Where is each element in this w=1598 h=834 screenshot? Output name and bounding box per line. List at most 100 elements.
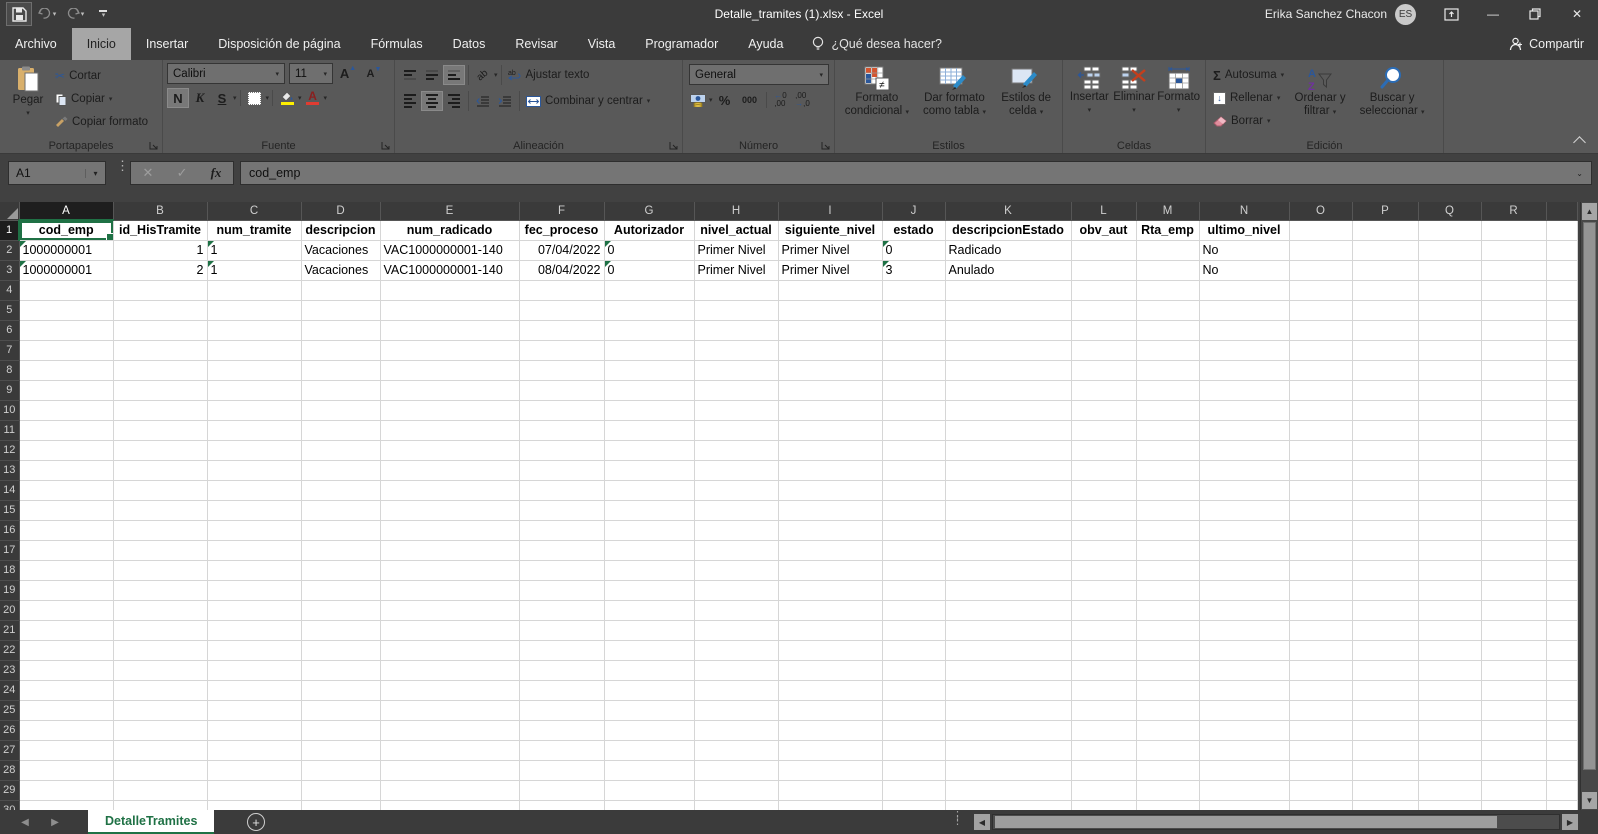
row-header-11[interactable]: 11 — [0, 420, 20, 441]
sheet-tab-active[interactable]: DetalleTramites — [88, 810, 215, 834]
cell-P26[interactable] — [1352, 720, 1419, 741]
scroll-up-arrow[interactable]: ▲ — [1582, 203, 1597, 220]
cell-R16[interactable] — [1481, 520, 1547, 541]
cell-O8[interactable] — [1289, 360, 1353, 381]
cell-L9[interactable] — [1071, 380, 1137, 401]
cell-I5[interactable] — [778, 300, 883, 321]
cell-Q19[interactable] — [1418, 580, 1482, 601]
cell-C14[interactable] — [207, 480, 302, 501]
cell-L20[interactable] — [1071, 600, 1137, 621]
cell-K27[interactable] — [945, 740, 1072, 761]
cell-A24[interactable] — [19, 680, 114, 701]
cell-O10[interactable] — [1289, 400, 1353, 421]
cell-O29[interactable] — [1289, 780, 1353, 801]
cell-M2[interactable] — [1136, 240, 1200, 261]
cell-M21[interactable] — [1136, 620, 1200, 641]
cell-L4[interactable] — [1071, 280, 1137, 301]
cell-D26[interactable] — [301, 720, 381, 741]
cell-S17[interactable] — [1546, 540, 1578, 561]
cell-R21[interactable] — [1481, 620, 1547, 641]
cell-M28[interactable] — [1136, 760, 1200, 781]
cell-S21[interactable] — [1546, 620, 1578, 641]
cell-P21[interactable] — [1352, 620, 1419, 641]
cell-L10[interactable] — [1071, 400, 1137, 421]
cell-L23[interactable] — [1071, 660, 1137, 681]
cell-C12[interactable] — [207, 440, 302, 461]
cell-G19[interactable] — [604, 580, 695, 601]
cell-E26[interactable] — [380, 720, 520, 741]
cell-H9[interactable] — [694, 380, 779, 401]
format-as-table-button[interactable]: Dar formato como tabla ▾ — [915, 63, 995, 119]
cell-R13[interactable] — [1481, 460, 1547, 481]
cell-K17[interactable] — [945, 540, 1072, 561]
cell-C18[interactable] — [207, 560, 302, 581]
cell-L11[interactable] — [1071, 420, 1137, 441]
cell-R19[interactable] — [1481, 580, 1547, 601]
cell-E6[interactable] — [380, 320, 520, 341]
cell-G29[interactable] — [604, 780, 695, 801]
cell-I1[interactable]: siguiente_nivel — [778, 220, 883, 241]
cell-S23[interactable] — [1546, 660, 1578, 681]
conditional-formatting-button[interactable]: ≠ Formato condicional ▾ — [839, 63, 915, 119]
cell-Q4[interactable] — [1418, 280, 1482, 301]
cell-I9[interactable] — [778, 380, 883, 401]
cell-L5[interactable] — [1071, 300, 1137, 321]
cell-L18[interactable] — [1071, 560, 1137, 581]
cell-Q6[interactable] — [1418, 320, 1482, 341]
cell-C1[interactable]: num_tramite — [207, 220, 302, 241]
cell-S1[interactable] — [1546, 220, 1578, 241]
cell-E13[interactable] — [380, 460, 520, 481]
cell-H20[interactable] — [694, 600, 779, 621]
cell-L12[interactable] — [1071, 440, 1137, 461]
cell-B2[interactable]: 1 — [113, 240, 208, 261]
cell-S5[interactable] — [1546, 300, 1578, 321]
cell-N30[interactable] — [1199, 800, 1290, 810]
cell-A20[interactable] — [19, 600, 114, 621]
cell-S4[interactable] — [1546, 280, 1578, 301]
row-header-17[interactable]: 17 — [0, 540, 20, 561]
cell-O6[interactable] — [1289, 320, 1353, 341]
cell-S26[interactable] — [1546, 720, 1578, 741]
cell-I17[interactable] — [778, 540, 883, 561]
cell-N23[interactable] — [1199, 660, 1290, 681]
cell-A23[interactable] — [19, 660, 114, 681]
cell-C4[interactable] — [207, 280, 302, 301]
cell-D11[interactable] — [301, 420, 381, 441]
underline-caret[interactable]: ▾ — [233, 94, 237, 102]
cell-A6[interactable] — [19, 320, 114, 341]
cell-M11[interactable] — [1136, 420, 1200, 441]
cell-E2[interactable]: VAC1000000001-140 — [380, 240, 520, 261]
cell-O18[interactable] — [1289, 560, 1353, 581]
cell-J14[interactable] — [882, 480, 946, 501]
ribbon-tab-insertar[interactable]: Insertar — [131, 28, 203, 60]
cell-Q18[interactable] — [1418, 560, 1482, 581]
cell-J5[interactable] — [882, 300, 946, 321]
row-header-28[interactable]: 28 — [0, 760, 20, 781]
cell-Q5[interactable] — [1418, 300, 1482, 321]
cell-K26[interactable] — [945, 720, 1072, 741]
cell-H15[interactable] — [694, 500, 779, 521]
cell-styles-button[interactable]: Estilos de celda ▾ — [994, 63, 1058, 119]
cell-C26[interactable] — [207, 720, 302, 741]
cell-D17[interactable] — [301, 540, 381, 561]
cell-O22[interactable] — [1289, 640, 1353, 661]
cell-M10[interactable] — [1136, 400, 1200, 421]
cell-C5[interactable] — [207, 300, 302, 321]
accept-entry-icon[interactable]: ✓ — [177, 165, 188, 181]
cell-R23[interactable] — [1481, 660, 1547, 681]
font-color-button[interactable]: A — [302, 88, 324, 108]
redo-button[interactable]: ▾ — [62, 2, 88, 26]
cell-L14[interactable] — [1071, 480, 1137, 501]
cell-L27[interactable] — [1071, 740, 1137, 761]
cell-N29[interactable] — [1199, 780, 1290, 801]
cell-Q13[interactable] — [1418, 460, 1482, 481]
ribbon-tab-revisar[interactable]: Revisar — [500, 28, 572, 60]
scroll-down-arrow[interactable]: ▼ — [1582, 792, 1597, 809]
cell-O5[interactable] — [1289, 300, 1353, 321]
cell-G12[interactable] — [604, 440, 695, 461]
cell-D9[interactable] — [301, 380, 381, 401]
cell-E1[interactable]: num_radicado — [380, 220, 520, 241]
cell-I11[interactable] — [778, 420, 883, 441]
ribbon-tab-programador[interactable]: Programador — [630, 28, 733, 60]
cell-N11[interactable] — [1199, 420, 1290, 441]
